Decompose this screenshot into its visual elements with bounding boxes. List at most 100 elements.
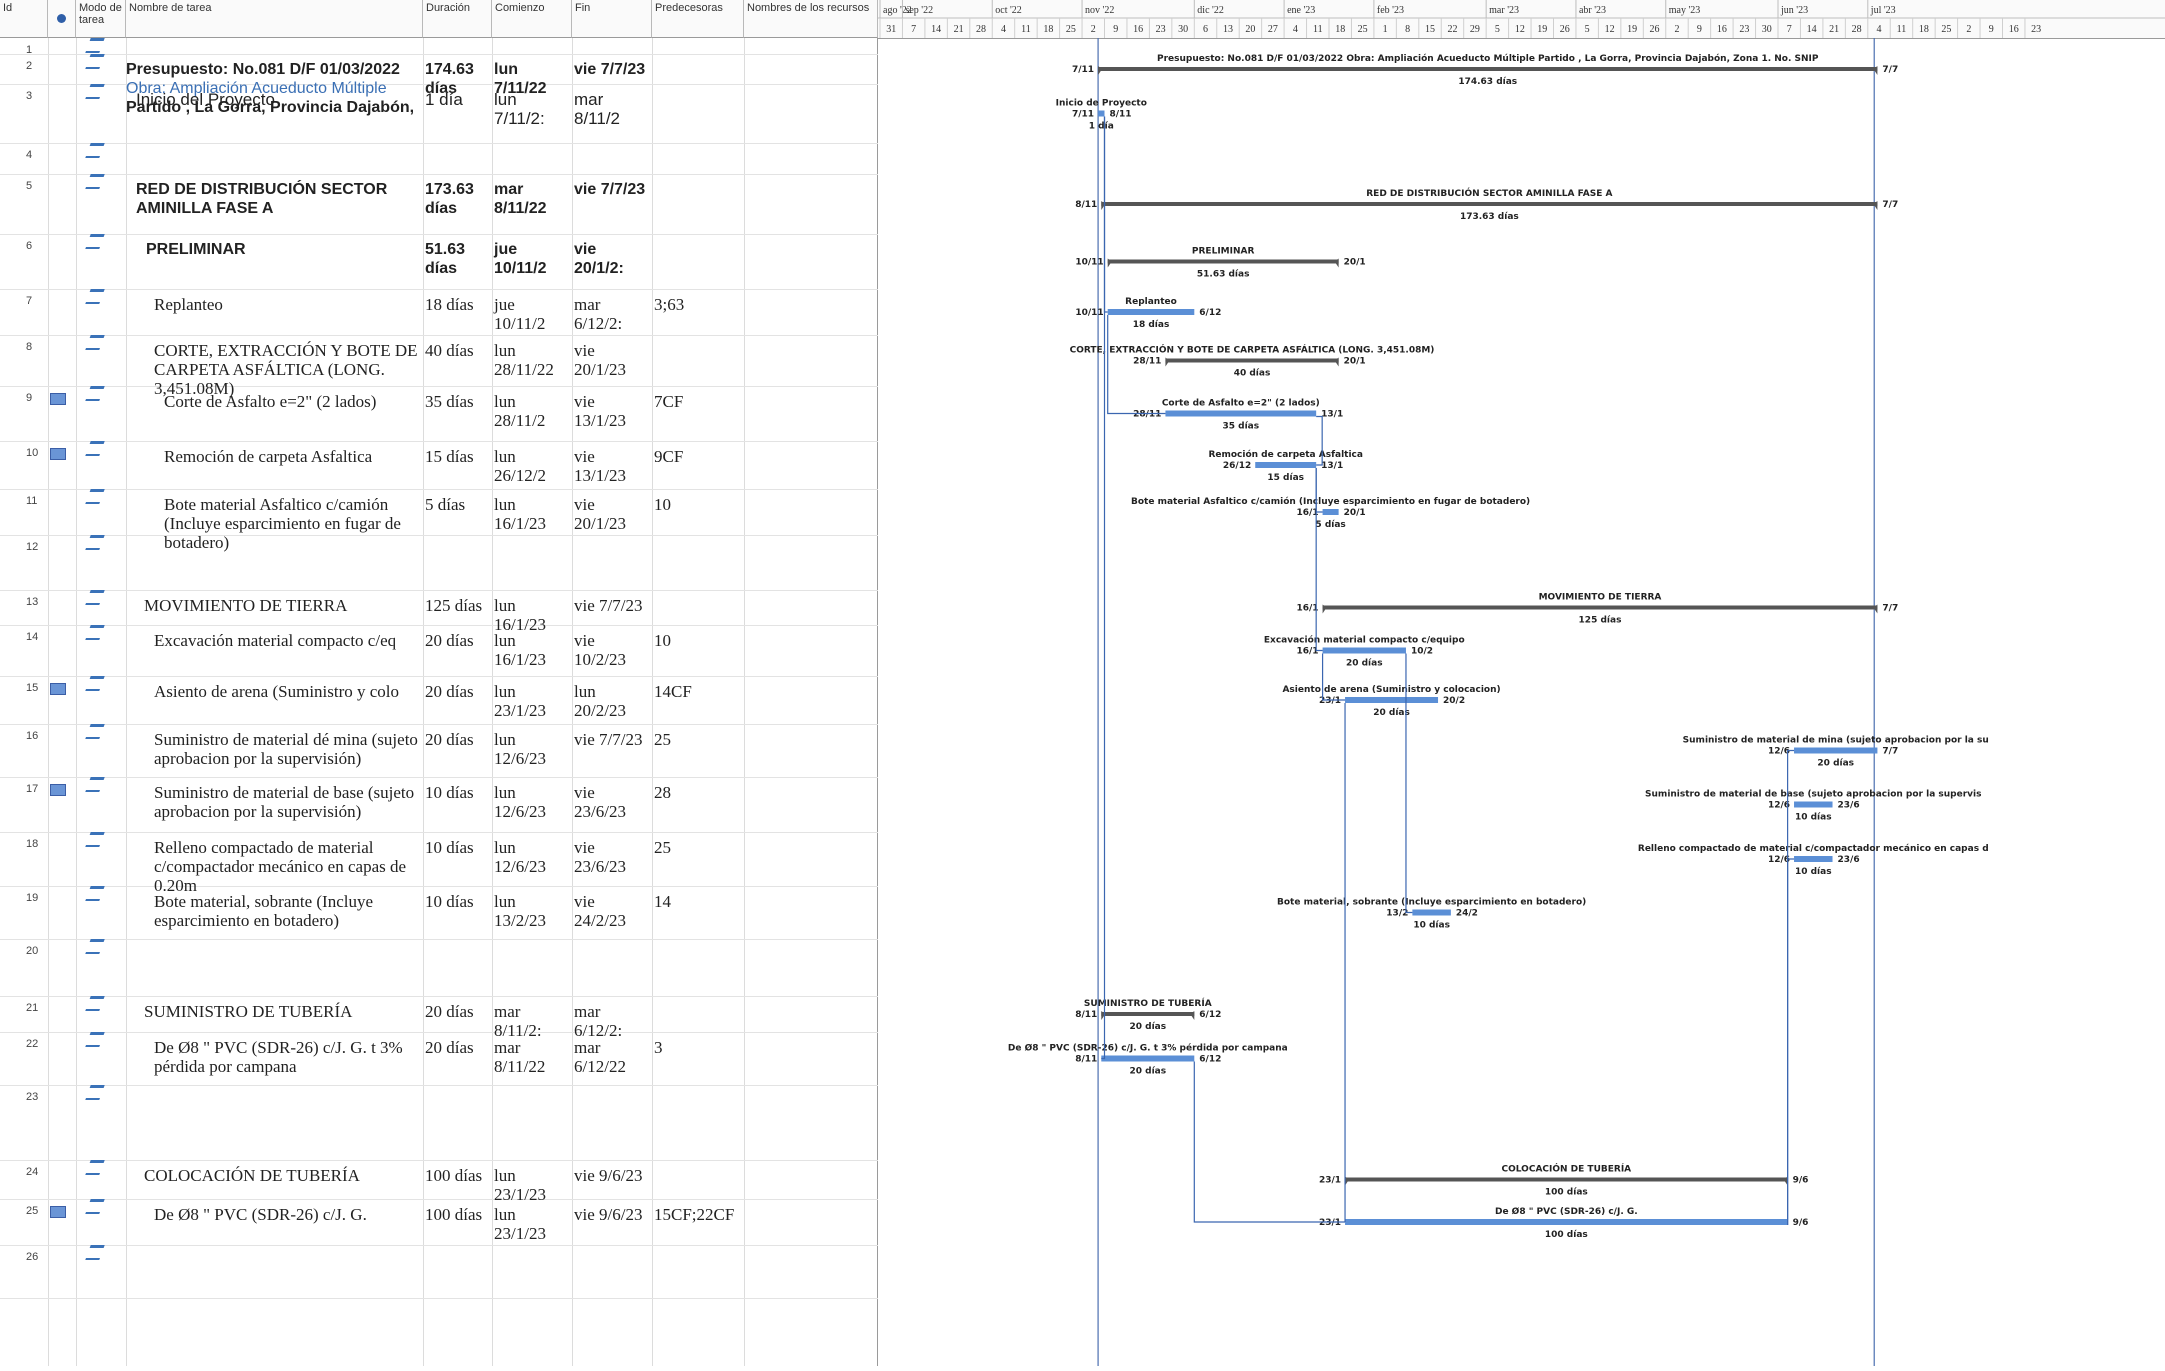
table-row[interactable]: 18 Relleno compactado de material c/compa… bbox=[0, 832, 878, 895]
month-label: abr '23 bbox=[1579, 5, 1606, 16]
table-row[interactable]: 19 Bote material, sobrante (Incluye espar… bbox=[0, 886, 878, 940]
bar-end-label: 7/7 bbox=[1882, 200, 1898, 210]
gantt-chart: 7/11 7/7 Presupuesto: No.081 D/F 01/03/202… bbox=[878, 38, 2165, 1366]
task-mode-cell bbox=[76, 174, 126, 193]
week-label: 26 bbox=[1560, 24, 1570, 35]
task-name-text: De Ø8 " PVC (SDR-26) c/J. G. bbox=[154, 1205, 367, 1224]
week-label: 9 bbox=[1989, 24, 1994, 35]
row-id: 8 bbox=[26, 341, 33, 353]
auto-schedule-icon bbox=[85, 1032, 105, 1047]
task-name-text: RED DE DISTRIBUCIÓN SECTOR AMINILLA FASE… bbox=[136, 181, 388, 217]
table-row[interactable]: 2 Presupuesto: No.081 D/F 01/03/2022 Obra:… bbox=[0, 54, 878, 116]
task-start: lun 7/11/2: bbox=[494, 90, 545, 128]
col-header-name[interactable]: Nombre de tarea bbox=[126, 0, 423, 38]
task-duration: 100 días bbox=[425, 1205, 483, 1224]
table-row[interactable]: 8 CORTE, EXTRACCIÓN Y BOTE DE CARPETA ASF… bbox=[0, 335, 878, 398]
table-row[interactable]: 20 bbox=[0, 939, 878, 997]
col-header-start[interactable]: Comienzo bbox=[492, 0, 572, 38]
table-row[interactable]: 4 bbox=[0, 143, 878, 175]
auto-schedule-icon bbox=[85, 939, 105, 954]
task-duration: 10 días bbox=[425, 783, 474, 802]
task-finish: vie 20/1/2: bbox=[574, 241, 624, 277]
auto-schedule-icon bbox=[85, 38, 105, 53]
table-row[interactable]: 15 Asiento de arena (Suministro y colo 20 … bbox=[0, 676, 878, 725]
bar-start-label: 8/11 bbox=[1075, 1055, 1097, 1065]
row-id: 10 bbox=[26, 447, 39, 459]
task-name-text: MOVIMIENTO DE TIERRA bbox=[144, 596, 348, 615]
row-id: 11 bbox=[26, 495, 38, 507]
col-header-predecessors[interactable]: Predecesoras bbox=[652, 0, 744, 38]
row-id: 21 bbox=[26, 1002, 39, 1014]
bar-duration-label: 51.63 días bbox=[1197, 270, 1250, 280]
table-row[interactable]: 24 COLOCACIÓN DE TUBERÍA 100 días lun 23/1/… bbox=[0, 1160, 878, 1204]
bar-end-label: 20/2 bbox=[1443, 696, 1465, 706]
timescale-graphic: ago '22sep '22 oct '22 nov '22 dic '22 ene '… bbox=[878, 0, 2165, 38]
row-id: 5 bbox=[26, 180, 33, 192]
col-header-indicator[interactable] bbox=[48, 0, 76, 38]
task-name-text: SUMINISTRO DE TUBERÍA bbox=[144, 1002, 353, 1021]
table-row[interactable]: 11 Bote material Asfaltico c/camión (Incl… bbox=[0, 489, 878, 552]
col-header-finish[interactable]: Fin bbox=[572, 0, 652, 38]
table-row[interactable]: 12 bbox=[0, 535, 878, 591]
task-duration: 20 días bbox=[425, 682, 474, 701]
task-name: Suministro de material de base (sujeto a… bbox=[126, 783, 423, 821]
task-bar bbox=[1165, 410, 1317, 417]
table-row[interactable]: 10 Remoción de carpeta Asfaltica 15 días lu… bbox=[0, 441, 878, 490]
task-duration: 20 días bbox=[425, 730, 474, 749]
table-row[interactable]: 5 RED DE DISTRIBUCIÓN SECTOR AMINILLA FAS… bbox=[0, 174, 878, 235]
task-name-text: Excavación material compacto c/eq bbox=[154, 631, 397, 650]
task-finish: vie 24/2/23 bbox=[574, 892, 626, 930]
bar-title-label: Remoción de carpeta Asfaltica bbox=[1208, 449, 1363, 460]
table-row[interactable]: 9 Corte de Asfalto e=2" (2 lados) 35 días l… bbox=[0, 386, 878, 442]
task-finish: vie 7/7/23 bbox=[574, 596, 643, 615]
summary-bar bbox=[1107, 259, 1339, 264]
task-name: Corte de Asfalto e=2" (2 lados) bbox=[126, 392, 423, 411]
task-bar bbox=[1098, 110, 1105, 117]
month-label: may '23 bbox=[1669, 5, 1701, 16]
bar-duration-label: 173.63 días bbox=[1460, 212, 1519, 222]
col-header-resources[interactable]: Nombres de los recursos bbox=[744, 0, 878, 38]
month-label: ene '23 bbox=[1287, 5, 1315, 16]
row-id: 17 bbox=[26, 783, 39, 795]
table-row[interactable]: 3 Inicio del Proyecto 1 día lun 7/11/2: mar … bbox=[0, 84, 878, 144]
week-label: 16 bbox=[2009, 24, 2019, 35]
col-header-duration[interactable]: Duración bbox=[423, 0, 492, 38]
auto-schedule-icon bbox=[85, 143, 105, 158]
table-row[interactable]: 7 Replanteo 18 días jue 10/11/2 mar 6/12/2: 3… bbox=[0, 289, 878, 336]
dependency-link bbox=[1787, 749, 1795, 1225]
bar-start-label: 16/1 bbox=[1297, 647, 1319, 657]
task-bar bbox=[1107, 309, 1195, 315]
week-label: 23 bbox=[2031, 24, 2041, 35]
table-row[interactable]: 26 bbox=[0, 1245, 878, 1299]
bar-start-label: 28/11 bbox=[1133, 357, 1161, 367]
col-header-id[interactable]: Id bbox=[0, 0, 48, 38]
table-row[interactable]: 13 MOVIMIENTO DE TIERRA 125 días lun 16/1/2… bbox=[0, 590, 878, 634]
task-mode-cell bbox=[76, 143, 126, 162]
bar-duration-label: 1 día bbox=[1089, 122, 1114, 132]
bar-start-label: 16/1 bbox=[1297, 508, 1319, 518]
task-start: lun 23/1/23 bbox=[494, 682, 546, 720]
task-mode-cell bbox=[76, 54, 126, 73]
task-duration: 20 días bbox=[425, 631, 474, 650]
table-row[interactable]: 17 Suministro de material de base (sujeto… bbox=[0, 777, 878, 833]
table-row[interactable]: 14 Excavación material compacto c/eq 20 dí… bbox=[0, 625, 878, 677]
table-row[interactable]: 23 bbox=[0, 1085, 878, 1161]
auto-schedule-icon bbox=[85, 535, 105, 550]
table-row[interactable]: 16 Suministro de material dé mina (sujeto… bbox=[0, 724, 878, 778]
row-id: 4 bbox=[26, 149, 33, 161]
task-finish: vie 13/1/23 bbox=[574, 447, 626, 485]
task-mode-cell bbox=[76, 886, 126, 905]
table-row[interactable]: 22 De Ø8 " PVC (SDR-26) c/J. G. t 3% pérd… bbox=[0, 1032, 878, 1086]
table-row[interactable]: 1 bbox=[0, 38, 878, 56]
info-icon bbox=[57, 14, 66, 23]
table-row[interactable]: 25 De Ø8 " PVC (SDR-26) c/J. G. 100 días lu… bbox=[0, 1199, 878, 1246]
gantt-chart-canvas: 7/11 7/7 Presupuesto: No.081 D/F 01/03/202… bbox=[1008, 38, 1989, 1366]
task-name-text: Inicio del Proyecto bbox=[136, 90, 275, 109]
summary-bar bbox=[1101, 202, 1878, 206]
indicator-cell bbox=[48, 781, 76, 800]
row-id: 22 bbox=[26, 1038, 39, 1050]
table-row[interactable]: 21 SUMINISTRO DE TUBERÍA 20 días mar 8/11/2… bbox=[0, 996, 878, 1040]
table-row[interactable]: 6 PRELIMINAR 51.63 días jue 10/11/2 vie 20/1… bbox=[0, 234, 878, 290]
week-label: 21 bbox=[954, 24, 964, 35]
col-header-mode[interactable]: Modo de tarea bbox=[76, 0, 126, 38]
